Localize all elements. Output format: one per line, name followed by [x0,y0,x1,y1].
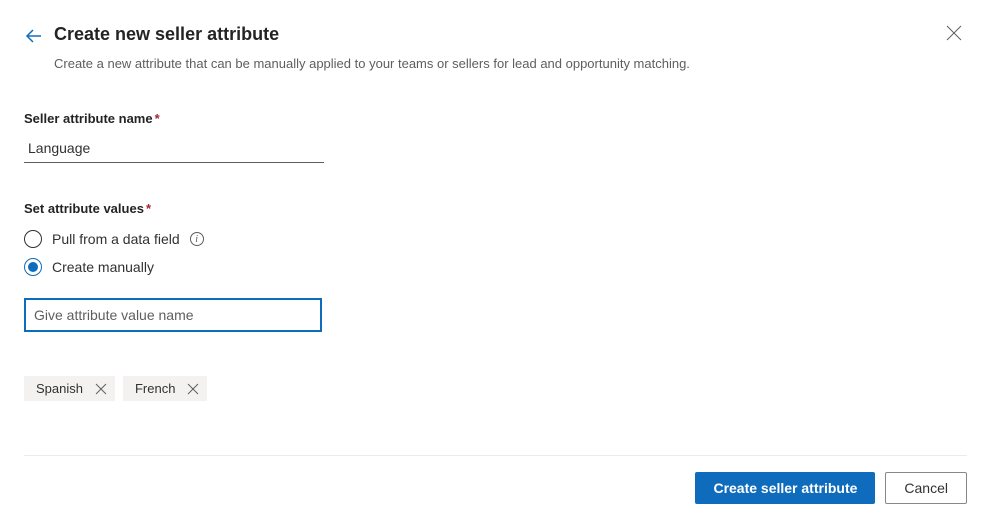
radio-icon-unselected [24,230,42,248]
close-button[interactable] [945,24,963,42]
close-icon [95,383,107,395]
close-icon [945,24,963,42]
attribute-name-label: Seller attribute name* [24,111,967,126]
footer: Create seller attribute Cancel [24,455,967,504]
attribute-values-label: Set attribute values* [24,201,967,216]
info-icon[interactable]: i [190,232,204,246]
radio-create-manually[interactable]: Create manually [24,258,967,276]
radio-pull-from-field[interactable]: Pull from a data field i [24,230,967,248]
chip-remove-button[interactable] [95,383,107,395]
required-indicator: * [146,201,151,216]
value-chips-container: Spanish French [24,376,967,401]
radio-icon-selected [24,258,42,276]
page-subtitle: Create a new attribute that can be manua… [54,55,967,73]
page-title: Create new seller attribute [54,24,967,45]
attribute-name-input[interactable] [24,134,324,163]
cancel-button[interactable]: Cancel [885,472,967,504]
close-icon [187,383,199,395]
value-chip: Spanish [24,376,115,401]
required-indicator: * [155,111,160,126]
attribute-value-input[interactable] [24,298,322,332]
radio-manual-label: Create manually [52,259,154,275]
radio-pull-label: Pull from a data field [52,231,180,247]
arrow-left-icon [24,26,44,46]
create-button[interactable]: Create seller attribute [695,472,875,504]
chip-label: Spanish [36,381,83,396]
chip-label: French [135,381,175,396]
value-chip: French [123,376,207,401]
chip-remove-button[interactable] [187,383,199,395]
back-button[interactable] [24,26,44,46]
